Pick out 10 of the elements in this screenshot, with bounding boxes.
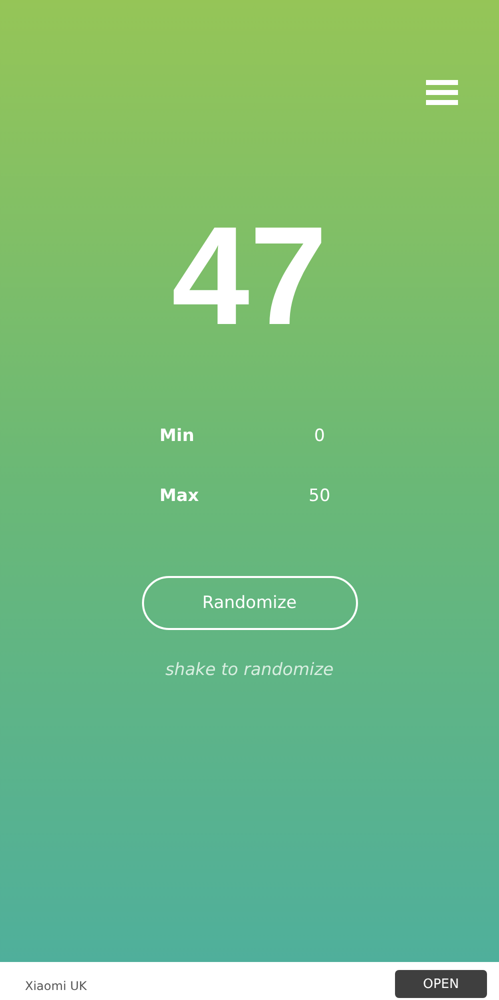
number-field[interactable]: 50 bbox=[300, 486, 340, 506]
shake-hint: shake to randomize bbox=[165, 660, 334, 680]
field-label: Min bbox=[160, 426, 194, 446]
advertiser-name: Xiaomi UK bbox=[25, 979, 87, 993]
open-button[interactable]: OPEN bbox=[395, 970, 487, 998]
field-label: Max bbox=[160, 486, 199, 506]
number-field[interactable]: 0 bbox=[300, 426, 340, 446]
randomize-button[interactable]: Randomize bbox=[142, 576, 358, 630]
menu-icon[interactable] bbox=[426, 78, 458, 106]
random-number: 47 bbox=[172, 206, 328, 346]
